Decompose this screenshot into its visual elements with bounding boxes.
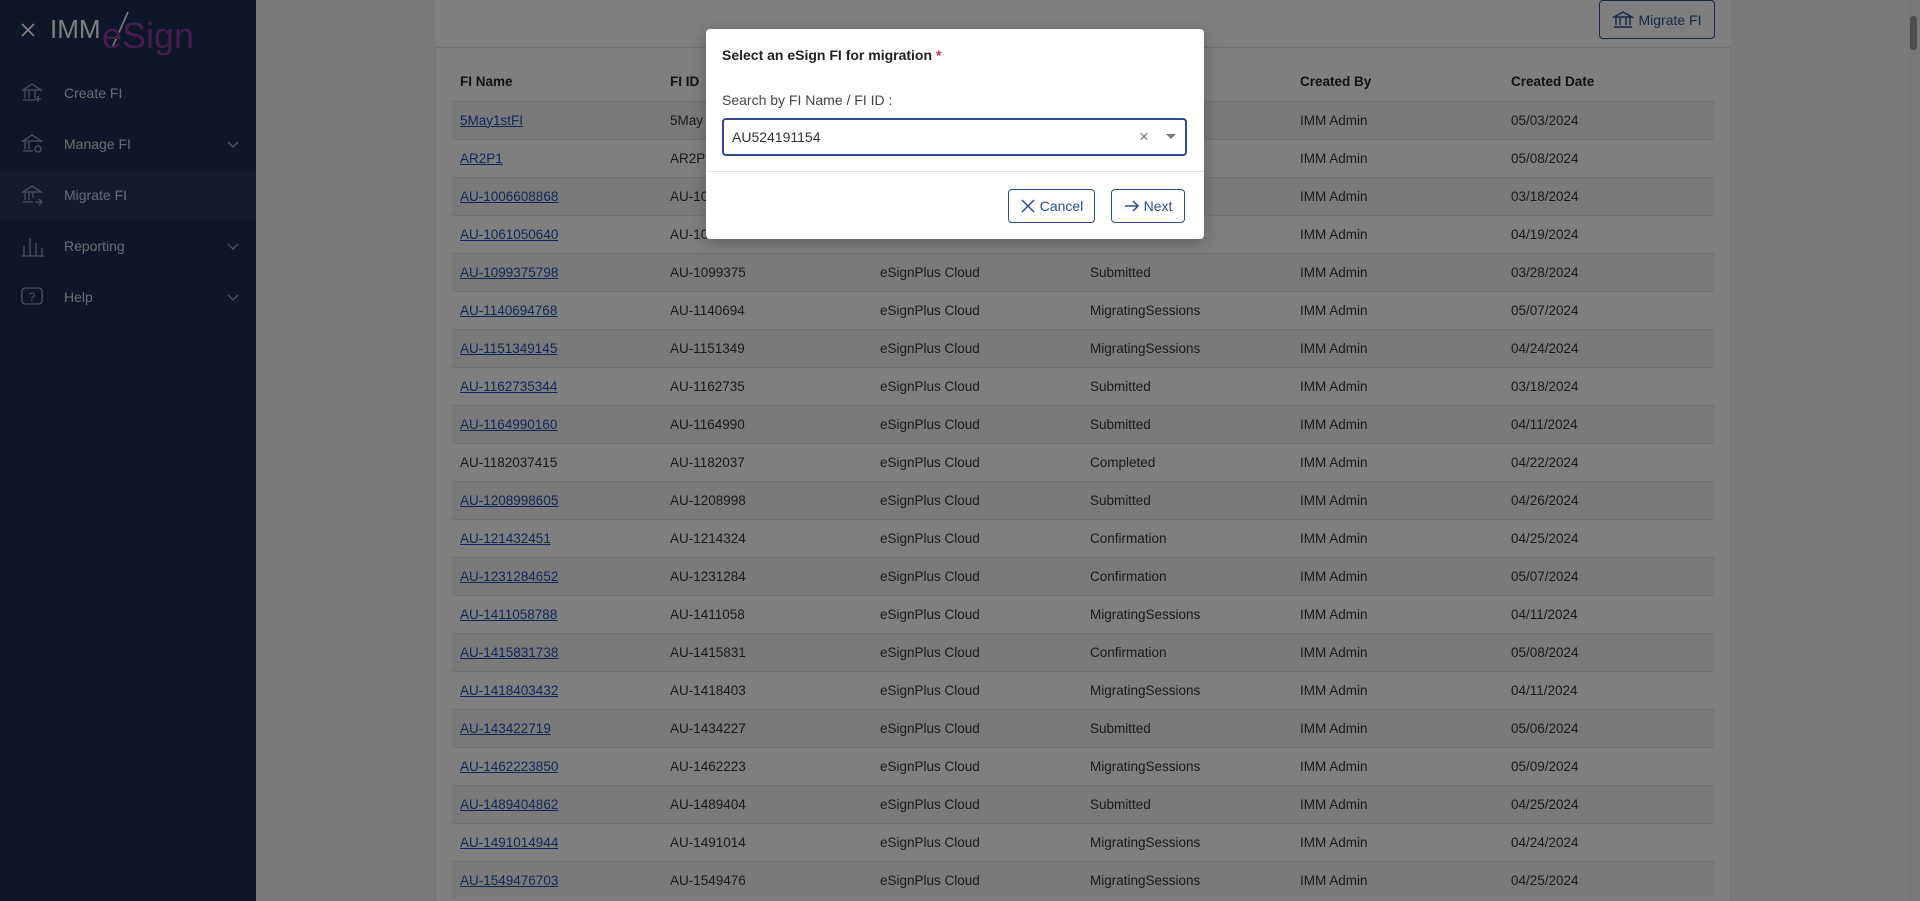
cancel-button[interactable]: Cancel bbox=[1008, 189, 1095, 223]
dialog-divider bbox=[706, 171, 1204, 172]
close-icon bbox=[1021, 199, 1035, 213]
next-button[interactable]: Next bbox=[1111, 189, 1185, 223]
selected-fi-value: AU524191154 bbox=[732, 129, 821, 145]
dialog-title: Select an eSign FI for migration * bbox=[722, 47, 941, 63]
migration-dialog: Select an eSign FI for migration * Searc… bbox=[706, 29, 1204, 239]
cancel-label: Cancel bbox=[1039, 198, 1084, 214]
search-label: Search by FI Name / FI ID : bbox=[722, 92, 893, 108]
fi-search-select[interactable]: AU524191154 × bbox=[722, 118, 1187, 156]
arrow-right-icon bbox=[1124, 200, 1139, 212]
clear-selection-icon[interactable]: × bbox=[1139, 127, 1153, 146]
chevron-down-icon[interactable] bbox=[1165, 133, 1177, 141]
dialog-title-text: Select an eSign FI for migration bbox=[722, 47, 933, 63]
next-label: Next bbox=[1143, 198, 1173, 214]
required-indicator: * bbox=[935, 47, 942, 63]
